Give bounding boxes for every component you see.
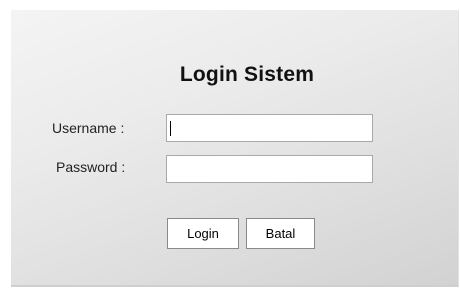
login-button[interactable]: Login xyxy=(167,218,239,249)
text-caret xyxy=(170,121,171,136)
cancel-button[interactable]: Batal xyxy=(246,218,315,249)
login-title: Login Sistem xyxy=(179,63,315,86)
username-label: Username : xyxy=(52,120,125,136)
username-input[interactable] xyxy=(166,114,373,142)
password-input[interactable] xyxy=(166,155,373,183)
login-panel: Login Sistem Username : Password : Login… xyxy=(11,10,459,287)
password-label: Password : xyxy=(56,159,126,175)
